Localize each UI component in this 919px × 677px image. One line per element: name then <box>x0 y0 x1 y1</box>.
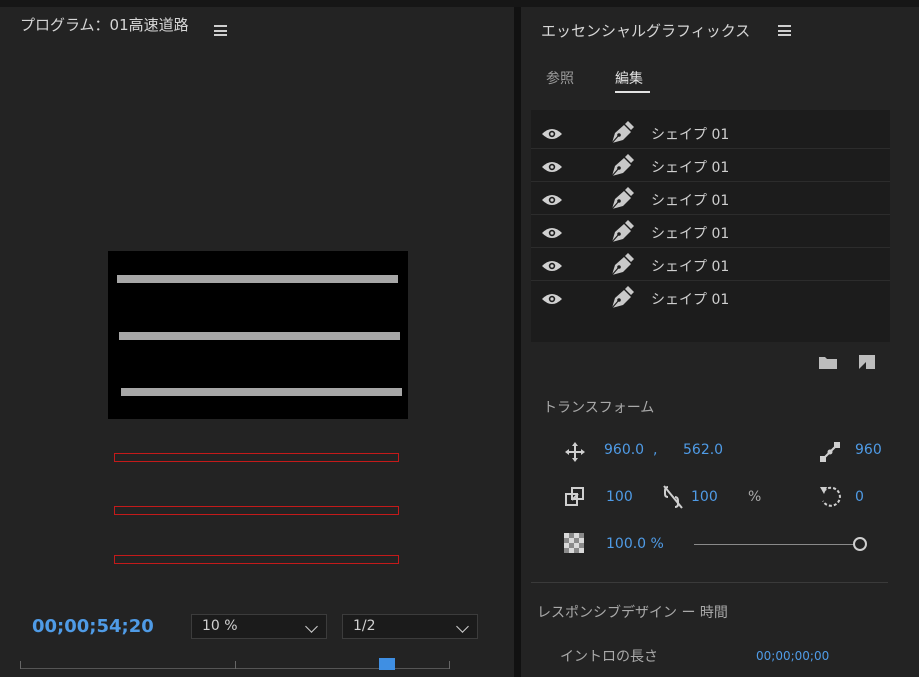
anchor-point-value[interactable]: 960 <box>855 442 882 458</box>
shape-bar <box>117 275 398 283</box>
eye-icon[interactable] <box>541 127 563 141</box>
intro-length-label: イントロの長さ <box>560 649 658 665</box>
tab-browse[interactable]: 参照 <box>546 68 574 88</box>
layer-name: シェイプ 01 <box>651 226 730 242</box>
shape-bar <box>119 332 400 340</box>
layer-name: シェイプ 01 <box>651 160 730 176</box>
layer-list[interactable]: シェイプ 01 シェイプ 01 シェイプ 01 シェイプ 01 シェイプ 01 … <box>531 110 890 342</box>
scale-width-value[interactable]: 100 <box>606 489 633 505</box>
layer-name: シェイプ 01 <box>651 127 730 143</box>
essential-graphics-panel <box>521 7 919 677</box>
resolution-select[interactable]: 1/2 <box>342 614 478 639</box>
panel-menu-icon[interactable] <box>214 25 227 36</box>
position-y-value[interactable]: 562.0 <box>683 442 723 458</box>
shape-bounding-box[interactable] <box>114 506 399 515</box>
pen-tool-icon <box>611 253 634 276</box>
scale-percent-unit: % <box>748 489 762 505</box>
eye-icon[interactable] <box>541 160 563 174</box>
pen-tool-icon <box>611 286 634 309</box>
new-layer-icon[interactable] <box>858 354 876 370</box>
zoom-level-value: 10 % <box>202 618 238 634</box>
playhead-handle[interactable] <box>379 658 395 670</box>
resolution-value: 1/2 <box>353 618 376 634</box>
layer-row[interactable]: シェイプ 01 <box>531 216 890 248</box>
layer-row[interactable]: シェイプ 01 <box>531 117 890 149</box>
scale-height-value[interactable]: 100 <box>691 489 718 505</box>
section-divider <box>531 582 888 583</box>
essential-graphics-title[interactable]: エッセンシャルグラフィックス <box>541 20 750 41</box>
panel-menu-icon[interactable] <box>778 25 791 36</box>
eye-icon[interactable] <box>541 292 563 306</box>
layer-name: シェイプ 01 <box>651 292 730 308</box>
ruler-tick <box>20 661 21 669</box>
opacity-value[interactable]: 100.0 % <box>606 536 664 552</box>
layer-row[interactable]: シェイプ 01 <box>531 282 890 314</box>
tab-edit[interactable]: 編集 <box>615 68 643 88</box>
opacity-slider-track[interactable] <box>694 544 860 545</box>
zoom-level-select[interactable]: 10 % <box>191 614 327 639</box>
transform-section-title: トランスフォーム <box>543 400 655 416</box>
top-border <box>0 0 919 7</box>
pen-tool-icon <box>611 121 634 144</box>
position-x-value[interactable]: 960.0 <box>604 442 644 458</box>
program-monitor-title[interactable]: プログラム：01高速道路 <box>20 14 189 35</box>
layer-name: シェイプ 01 <box>651 193 730 209</box>
active-tab-indicator <box>615 91 650 93</box>
pen-tool-icon <box>611 187 634 210</box>
video-preview[interactable] <box>108 251 408 419</box>
panel-divider[interactable] <box>514 7 521 677</box>
chevron-down-icon <box>456 620 469 633</box>
eye-icon[interactable] <box>541 259 563 273</box>
layer-row[interactable]: シェイプ 01 <box>531 183 890 215</box>
new-group-folder-icon[interactable] <box>818 354 838 370</box>
chevron-down-icon <box>305 620 318 633</box>
layer-row[interactable]: シェイプ 01 <box>531 249 890 281</box>
rotation-value[interactable]: 0 <box>855 489 864 505</box>
position-separator: , <box>653 442 658 458</box>
pen-tool-icon <box>611 220 634 243</box>
playhead-timecode[interactable]: 00;00;54;20 <box>32 616 154 637</box>
unlinked-scale-icon[interactable] <box>662 484 684 510</box>
rotation-icon <box>820 486 841 507</box>
shape-bar <box>121 388 402 396</box>
intro-length-value[interactable]: 00;00;00;00 <box>756 649 829 663</box>
ruler-tick <box>235 661 236 669</box>
shape-bounding-box[interactable] <box>114 555 399 564</box>
opacity-checker-icon <box>564 533 584 553</box>
shape-bounding-box[interactable] <box>114 453 399 462</box>
responsive-design-title: レスポンシブデザイン ー 時間 <box>537 605 728 621</box>
move-arrows-icon <box>565 442 585 462</box>
eye-icon[interactable] <box>541 193 563 207</box>
opacity-slider-thumb[interactable] <box>853 537 867 551</box>
layer-row[interactable]: シェイプ 01 <box>531 150 890 182</box>
eye-icon[interactable] <box>541 226 563 240</box>
scale-icon <box>565 487 584 506</box>
anchor-point-icon <box>820 442 840 462</box>
ruler-tick <box>449 661 450 669</box>
layer-name: シェイプ 01 <box>651 259 730 275</box>
pen-tool-icon <box>611 154 634 177</box>
